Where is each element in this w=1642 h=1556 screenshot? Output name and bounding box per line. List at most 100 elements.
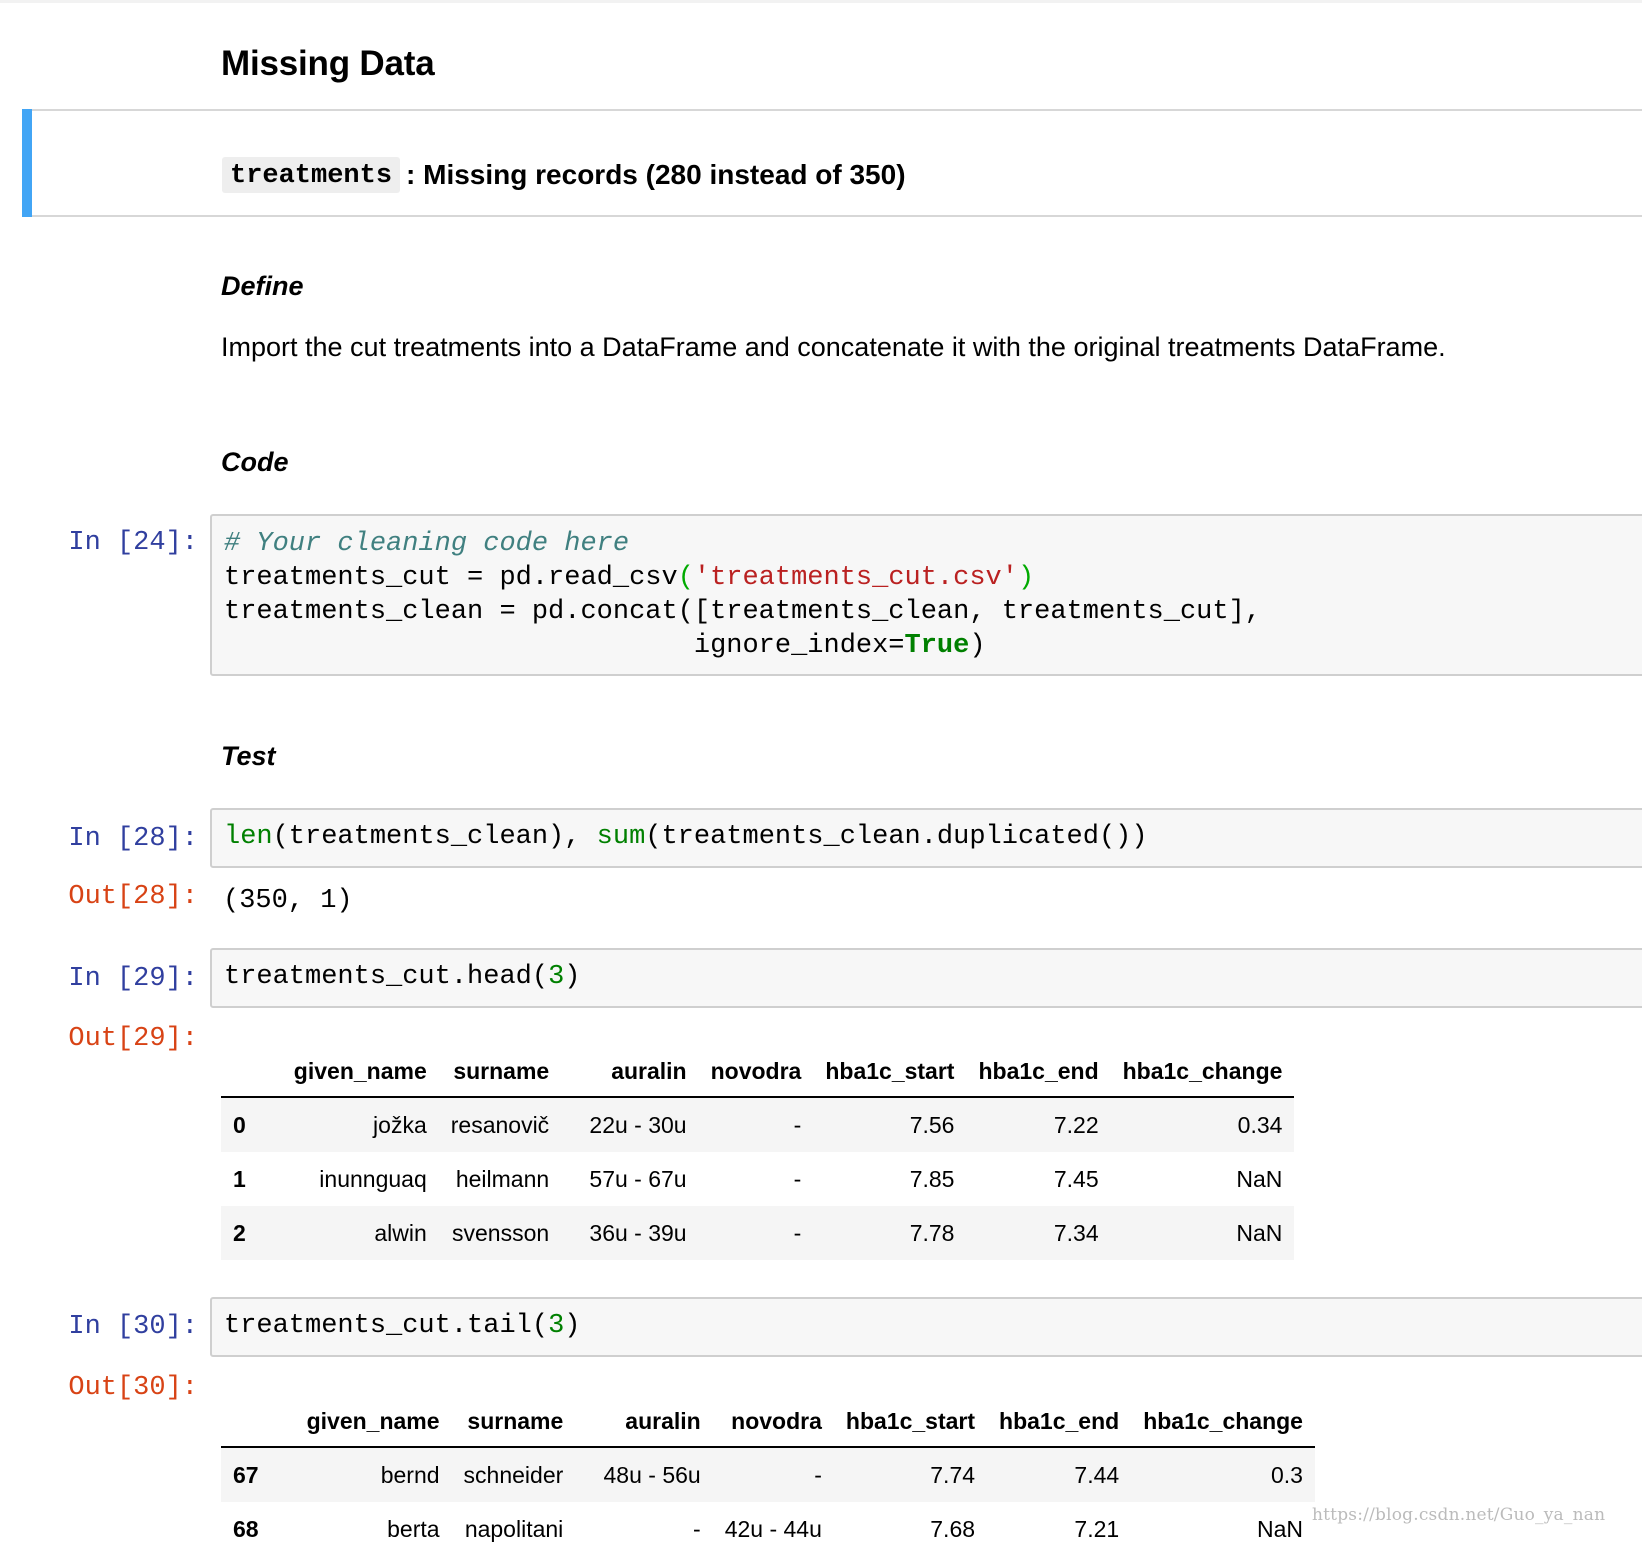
table-cell: NaN bbox=[1236, 1165, 1283, 1192]
output-prompt-29: Out[29]: bbox=[68, 1024, 198, 1054]
code-string: 'treatments_cut.csv' bbox=[693, 563, 1018, 593]
code-paren: ) bbox=[1017, 563, 1035, 593]
code-cell-29[interactable]: treatments_cut.head(3) bbox=[210, 948, 1642, 1008]
code-heading: Code bbox=[221, 447, 289, 477]
code-number: 3 bbox=[548, 1311, 565, 1341]
code-line: (treatments_clean.duplicated()) bbox=[645, 822, 1148, 852]
table-cell: NaN bbox=[1236, 1219, 1283, 1246]
table-cell: 7.78 bbox=[909, 1219, 955, 1246]
table-header-row: given_name surname auralin novodra hba1c… bbox=[221, 1046, 1295, 1098]
selected-markdown-cell[interactable]: treatments : Missing records (280 instea… bbox=[22, 109, 1642, 217]
column-header: surname bbox=[438, 1046, 562, 1098]
code-line: ) bbox=[564, 1311, 581, 1341]
table-cell: alwin bbox=[374, 1219, 427, 1246]
code-comment: # Your cleaning code here bbox=[224, 529, 630, 559]
column-header: surname bbox=[451, 1396, 576, 1448]
table-cell: 22u - 30u bbox=[589, 1111, 687, 1138]
column-header: hba1c_start bbox=[833, 1396, 988, 1448]
code-line: treatments_cut.head( bbox=[224, 962, 549, 992]
tail-dataframe: given_name surname auralin novodra hba1c… bbox=[221, 1396, 1315, 1556]
code-line: (treatments_clean), bbox=[272, 822, 597, 852]
watermark: https://blog.csdn.net/Guo_ya_nan bbox=[1312, 1505, 1606, 1525]
table-cell: svensson bbox=[452, 1219, 550, 1246]
code-line: treatments_clean = pd.concat([treatments… bbox=[224, 597, 1261, 627]
code-29[interactable]: treatments_cut.head(3) bbox=[212, 950, 1642, 994]
code-cell-24[interactable]: # Your cleaning code here treatments_cut… bbox=[210, 514, 1642, 676]
table-cell: - bbox=[793, 1165, 802, 1192]
table-cell: inunnguaq bbox=[319, 1165, 427, 1192]
code-builtin: len bbox=[224, 822, 273, 852]
table-cell: 7.44 bbox=[1074, 1461, 1120, 1488]
column-header: novodra bbox=[698, 1046, 814, 1098]
table-cell: 0.34 bbox=[1237, 1111, 1283, 1138]
table-cell: heilmann bbox=[455, 1165, 550, 1192]
output-prompt-28: Out[28]: bbox=[68, 882, 198, 912]
table-cell: berta bbox=[387, 1515, 440, 1542]
column-header: given_name bbox=[257, 1046, 439, 1098]
table-cell: 42u - 44u bbox=[724, 1515, 822, 1542]
code-line: ) bbox=[564, 962, 581, 992]
code-28[interactable]: len(treatments_clean), sum(treatments_cl… bbox=[212, 810, 1642, 854]
code-number: 3 bbox=[548, 962, 565, 992]
code-cell-30[interactable]: treatments_cut.tail(3) bbox=[210, 1297, 1642, 1357]
top-border bbox=[0, 0, 1642, 3]
selection-indicator-bar bbox=[22, 109, 32, 217]
table-cell: 0.3 bbox=[1271, 1461, 1303, 1488]
column-header: hba1c_end bbox=[966, 1046, 1111, 1098]
code-30[interactable]: treatments_cut.tail(3) bbox=[212, 1299, 1642, 1343]
index-header bbox=[221, 1396, 271, 1448]
table-cell: 7.21 bbox=[1074, 1515, 1120, 1542]
table-cell: - bbox=[793, 1219, 802, 1246]
column-header: auralin bbox=[561, 1046, 699, 1098]
table-cell: 7.68 bbox=[930, 1515, 976, 1542]
row-index: 1 bbox=[233, 1165, 246, 1192]
table-cell: jožka bbox=[373, 1111, 427, 1138]
head-dataframe: given_name surname auralin novodra hba1c… bbox=[221, 1046, 1295, 1260]
table-cell: 7.34 bbox=[1053, 1219, 1099, 1246]
table-cell: 7.22 bbox=[1053, 1111, 1099, 1138]
define-text: Import the cut treatments into a DataFra… bbox=[221, 332, 1446, 362]
table-cell: NaN bbox=[1256, 1515, 1303, 1542]
table-cell: napolitani bbox=[464, 1515, 564, 1542]
table-row: 1 inunnguaq heilmann 57u - 67u - 7.85 7.… bbox=[221, 1152, 1294, 1206]
column-header: auralin bbox=[575, 1396, 713, 1448]
code-line: treatments_cut = pd.read_csv bbox=[224, 563, 678, 593]
code-line: ) bbox=[969, 631, 986, 661]
table-header-row: given_name surname auralin novodra hba1c… bbox=[221, 1396, 1315, 1448]
table-cell: 57u - 67u bbox=[589, 1165, 687, 1192]
table-row: 0 jožka resanovič 22u - 30u - 7.56 7.22 … bbox=[221, 1097, 1295, 1152]
table-cell: - bbox=[693, 1515, 701, 1542]
column-header: hba1c_start bbox=[813, 1046, 967, 1098]
column-header: hba1c_end bbox=[987, 1396, 1132, 1448]
output-28: (350, 1) bbox=[223, 886, 353, 916]
code-24[interactable]: # Your cleaning code here treatments_cut… bbox=[212, 516, 1642, 663]
column-header: hba1c_change bbox=[1110, 1046, 1295, 1098]
table-cell: - bbox=[814, 1461, 822, 1488]
row-index: 0 bbox=[233, 1111, 246, 1138]
output-prompt-30: Out[30]: bbox=[68, 1373, 198, 1403]
table-cell: - bbox=[793, 1111, 802, 1138]
row-index: 67 bbox=[233, 1461, 259, 1488]
table-cell: 7.85 bbox=[909, 1165, 955, 1192]
table-cell: 48u - 56u bbox=[603, 1461, 701, 1488]
table-cell: 7.74 bbox=[930, 1461, 976, 1488]
index-header bbox=[221, 1046, 258, 1098]
issue-heading: treatments : Missing records (280 instea… bbox=[222, 157, 906, 193]
code-line: treatments_cut.tail( bbox=[224, 1311, 549, 1341]
table-row: 67 bernd schneider 48u - 56u - 7.74 7.44… bbox=[221, 1447, 1315, 1502]
code-cell-28[interactable]: len(treatments_clean), sum(treatments_cl… bbox=[210, 808, 1642, 868]
code-paren: ( bbox=[677, 563, 694, 593]
input-prompt-29: In [29]: bbox=[68, 964, 198, 994]
table-row: 68 berta napolitani - 42u - 44u 7.68 7.2… bbox=[221, 1502, 1315, 1556]
row-index: 2 bbox=[233, 1219, 246, 1246]
section-title: Missing Data bbox=[221, 44, 435, 83]
table-cell: resanovič bbox=[450, 1111, 550, 1138]
column-header: given_name bbox=[270, 1396, 452, 1448]
row-index: 68 bbox=[233, 1515, 259, 1542]
define-heading: Define bbox=[221, 271, 304, 301]
input-prompt-28: In [28]: bbox=[68, 824, 198, 854]
test-heading: Test bbox=[221, 741, 276, 771]
column-header: novodra bbox=[712, 1396, 834, 1448]
table-cell: bernd bbox=[380, 1461, 440, 1488]
code-builtin: sum bbox=[596, 822, 646, 852]
